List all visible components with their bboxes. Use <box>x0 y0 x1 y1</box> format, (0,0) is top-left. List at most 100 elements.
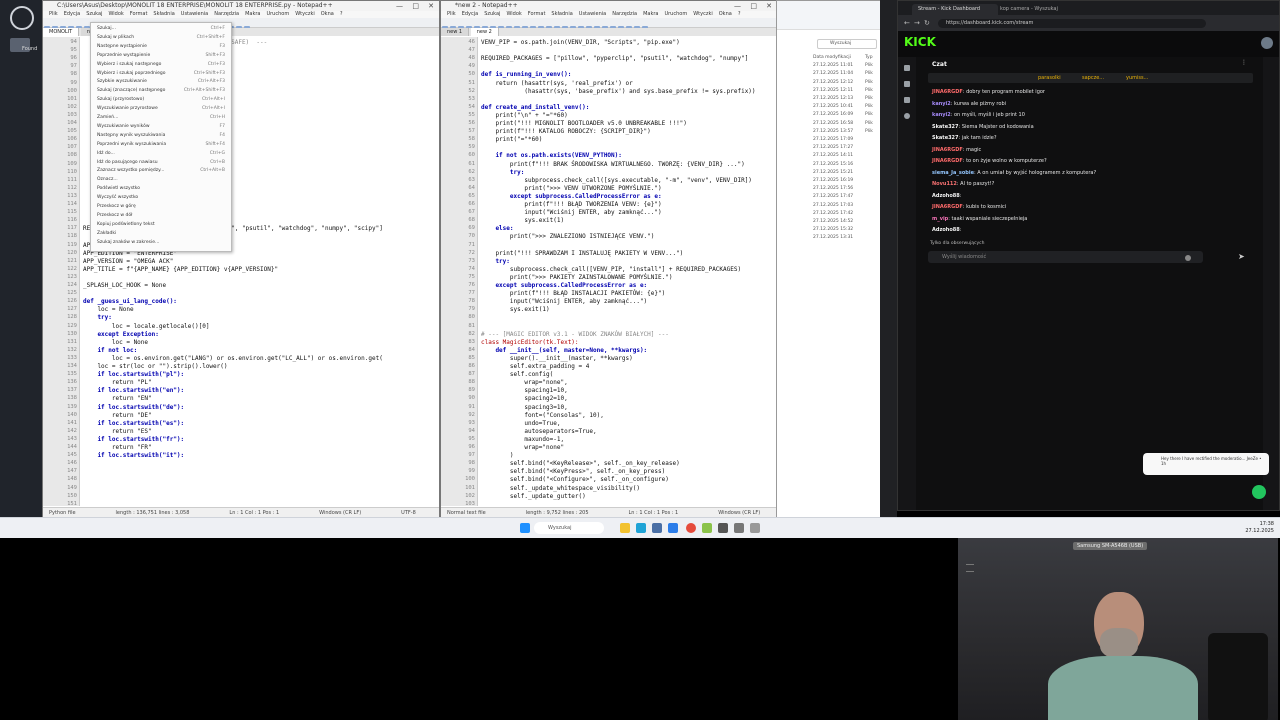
browser-tab-active[interactable]: Stream - Kick Dashboard <box>912 4 998 15</box>
explorer-search[interactable]: Wyszukaj <box>817 39 877 49</box>
explorer-row-date[interactable]: 27.12.2025 11:01 <box>813 63 853 68</box>
folder-icon[interactable] <box>620 523 630 533</box>
menu-item[interactable]: Format <box>528 11 546 17</box>
explorer-row-date[interactable]: 27.12.2025 13:31 <box>813 235 853 240</box>
minimize-icon[interactable]: — <box>734 1 741 11</box>
menu-item[interactable]: Okna <box>719 11 732 17</box>
explorer-row-date[interactable]: 27.12.2025 14:11 <box>813 153 853 158</box>
dropdown-menu-item[interactable]: Wybierz i szukaj poprzedniego Ctrl+Shift+… <box>97 71 225 76</box>
menu-item[interactable]: ? <box>738 11 741 17</box>
pinned-3[interactable]: yumiss... <box>1126 75 1148 81</box>
menu-item[interactable]: Wtyczki <box>693 11 713 17</box>
dropdown-menu-item[interactable]: Szukaj... Ctrl+F <box>97 26 225 31</box>
emoji-icon[interactable] <box>1185 255 1191 261</box>
dropdown-menu-item[interactable]: Idź do... Ctrl+G <box>97 151 225 156</box>
explorer-row-date[interactable]: 27.12.2025 14:52 <box>813 219 853 224</box>
reload-icon[interactable]: ↻ <box>924 19 930 27</box>
chat-username[interactable]: kanyi2 <box>932 101 951 107</box>
chat-input[interactable]: Wyślij wiadomość <box>928 251 1203 263</box>
dropdown-menu-item[interactable]: Wyczyść wszystko <box>97 195 225 200</box>
chat-menu-icon[interactable]: ⋮ <box>1241 59 1247 66</box>
menu-item[interactable]: Edycja <box>64 11 81 17</box>
dropdown-menu-item[interactable]: Oznacz... <box>97 177 225 182</box>
menu-item[interactable]: Widok <box>506 11 521 17</box>
maximize-icon[interactable]: □ <box>412 1 419 11</box>
dropdown-menu-item[interactable]: Idź do pasującego nawiasu Ctrl+B <box>97 160 225 165</box>
chat-username[interactable]: JINA6RGDF <box>932 147 963 153</box>
chat-username[interactable]: siema_Ja_sobie <box>932 170 974 176</box>
edge-icon[interactable] <box>636 523 646 533</box>
kick-logo[interactable]: KICK <box>904 35 936 49</box>
menu-item[interactable]: Narzędzia <box>612 11 637 17</box>
menu-item[interactable]: Ustawienia <box>181 11 208 17</box>
chat-icon[interactable] <box>904 97 910 103</box>
explorer-row-date[interactable]: 27.12.2025 17:27 <box>813 145 853 150</box>
send-icon[interactable]: ➤ <box>1238 252 1245 261</box>
menu-item[interactable]: Wtyczki <box>295 11 315 17</box>
menu-item[interactable]: ? <box>340 11 343 17</box>
dropdown-menu-item[interactable]: Szybkie wyszukiwanie Ctrl+Alt+F3 <box>97 79 225 84</box>
menu-item[interactable]: Format <box>130 11 148 17</box>
explorer-row-date[interactable]: 27.12.2025 15:16 <box>813 162 853 167</box>
start-icon[interactable] <box>520 523 530 533</box>
dropdown-menu-item[interactable]: Poprzedni wynik wyszukiwania Shift+F4 <box>97 142 225 147</box>
explorer-row-date[interactable]: 27.12.2025 17:03 <box>813 203 853 208</box>
explorer-row-date[interactable]: 27.12.2025 10:41 <box>813 104 853 109</box>
chrome-icon[interactable] <box>686 523 696 533</box>
explorer-row-date[interactable]: 27.12.2025 17:47 <box>813 194 853 199</box>
dropdown-menu-item[interactable]: Przeskocz w dół <box>97 213 225 218</box>
explorer-row-date[interactable]: 27.12.2025 13:57 <box>813 129 853 134</box>
menu-item[interactable]: Edycja <box>462 11 479 17</box>
home-icon[interactable] <box>904 65 910 71</box>
explorer-row-date[interactable]: 27.12.2025 12:13 <box>813 96 853 101</box>
app-icon-2[interactable] <box>668 523 678 533</box>
dropdown-menu-item[interactable]: Zamień... Ctrl+H <box>97 115 225 120</box>
explorer-row-date[interactable]: 27.12.2025 16:09 <box>813 112 853 117</box>
menu-item[interactable]: Szukaj <box>86 11 102 17</box>
menu-item[interactable]: Szukaj <box>484 11 500 17</box>
pinned-1[interactable]: parasolki <box>1038 75 1061 81</box>
dropdown-menu-item[interactable]: Przeskocz w górę <box>97 204 225 209</box>
chat-username[interactable]: m_vip <box>932 216 948 222</box>
right-code-area[interactable]: VENV_PIP = os.path.join(VENV_DIR, "Scrip… <box>481 37 773 506</box>
tab-new-2[interactable]: new 2 <box>470 28 499 36</box>
dropdown-menu-item[interactable]: Wyszukiwanie przyrostowe Ctrl+Alt+I <box>97 106 225 111</box>
dropdown-menu-item[interactable]: Następny wynik wyszukiwania F4 <box>97 133 225 138</box>
chat-username[interactable]: JINA6RGDF <box>932 158 963 164</box>
chat-username[interactable]: Skate327 <box>932 135 959 141</box>
app-icon[interactable] <box>652 523 662 533</box>
explorer-row-date[interactable]: Data modyfikacji <box>813 55 851 60</box>
explorer-row-date[interactable]: 27.12.2025 12:11 <box>813 88 853 93</box>
dropdown-menu-item[interactable]: Szukaj w plikach Ctrl+Shift+F <box>97 35 225 40</box>
dropdown-menu-item[interactable]: Zaznacz wszystko pomiędzy... Ctrl+Alt+B <box>97 168 225 173</box>
menu-item[interactable]: Makra <box>245 11 260 17</box>
menu-item[interactable]: Okna <box>321 11 334 17</box>
chat-username[interactable]: Novu112 <box>932 181 957 187</box>
explorer-row-date[interactable]: 27.12.2025 15:21 <box>813 170 853 175</box>
chat-username[interactable]: Skate327 <box>932 124 959 130</box>
explorer-row-date[interactable]: 27.12.2025 12:12 <box>813 80 853 85</box>
close-icon[interactable]: ✕ <box>766 1 772 11</box>
toast[interactable]: Hey there I have rectified the moderatio… <box>1143 453 1269 475</box>
settings-icon[interactable] <box>904 113 910 119</box>
avatar[interactable] <box>1261 37 1273 49</box>
dropdown-menu-item[interactable]: Szukaj (znaczące) następnego Ctrl+Alt+Shi… <box>97 88 225 93</box>
dropdown-menu-item[interactable]: Wybierz i szukaj następnego Ctrl+F3 <box>97 62 225 67</box>
menu-item[interactable]: Uruchom <box>664 11 687 17</box>
menu-item[interactable]: Plik <box>49 11 58 17</box>
minimize-icon[interactable]: — <box>396 1 403 11</box>
tab-monolit[interactable]: MONOLIT <box>43 28 80 36</box>
menu-item[interactable]: Narzędzia <box>214 11 239 17</box>
dropdown-menu-item[interactable]: Zakładki <box>97 231 225 236</box>
notepadpp-icon[interactable] <box>702 523 712 533</box>
chat-username[interactable]: JINA6RGDF <box>932 89 963 95</box>
explorer-row-date[interactable]: 27.12.2025 17:56 <box>813 186 853 191</box>
chat-username[interactable]: JINA6RGDF <box>932 204 963 210</box>
pinned-2[interactable]: sapcze... <box>1082 75 1104 81</box>
menu-item[interactable]: Plik <box>447 11 456 17</box>
desktop-icon[interactable] <box>10 6 34 30</box>
dropdown-menu-item[interactable]: Kopiuj podświetlony tekst <box>97 222 225 227</box>
explorer-row-date[interactable]: 27.12.2025 15:32 <box>813 227 853 232</box>
dropdown-menu-item[interactable]: Poprzednie wystąpienie Shift+F3 <box>97 53 225 58</box>
address-bar[interactable]: https://dashboard.kick.com/stream <box>938 19 1206 28</box>
